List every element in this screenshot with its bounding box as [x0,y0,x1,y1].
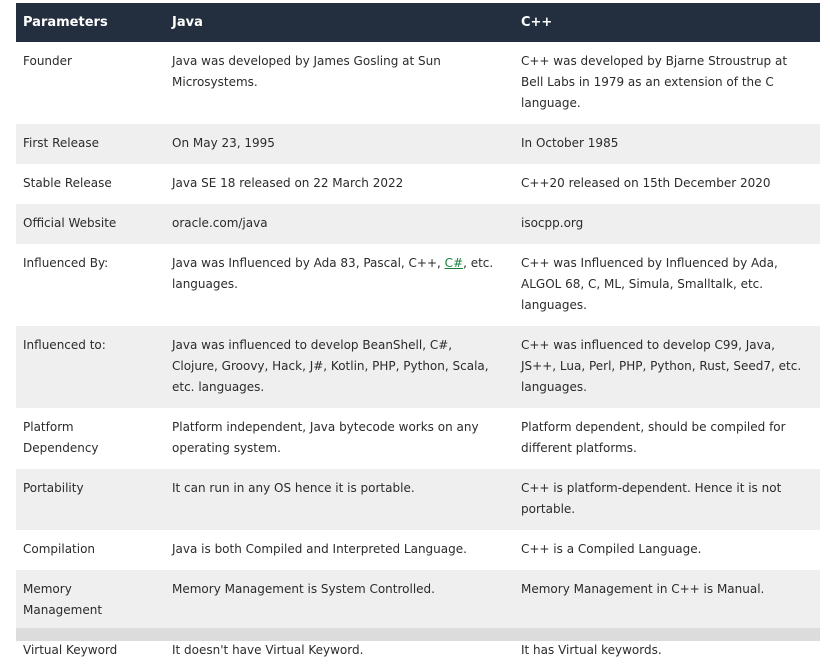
java-cell: Java was developed by James Gosling at S… [172,54,441,89]
param-cell: Founder [23,54,72,68]
param-cell: Portability [23,481,84,495]
header-cpp: C++ [521,15,553,30]
java-cell: oracle.com/java [172,216,268,230]
param-cell: Influenced to: [23,338,106,352]
table-row: Stable Release Java SE 18 released on 22… [16,164,820,204]
table-row: Compilation Java is both Compiled and In… [16,530,820,570]
java-cell: On May 23, 1995 [172,136,275,150]
table-row: Influenced By: Java was Influenced by Ad… [16,244,820,326]
param-cell: Stable Release [23,176,112,190]
cpp-cell: Platform dependent, should be compiled f… [521,420,786,455]
csharp-link[interactable]: C# [445,256,463,270]
cpp-cell: C++ is platform-dependent. Hence it is n… [521,481,782,516]
table-row: First Release On May 23, 1995 In October… [16,124,820,164]
java-cell: It can run in any OS hence it is portabl… [172,481,415,495]
cpp-cell: C++ was Influenced by Influenced by Ada,… [521,256,778,312]
param-cell: Platform Dependency [23,420,99,455]
param-cell: Memory Management [23,582,103,617]
java-cell: Memory Management is System Controlled. [172,582,435,596]
table-row: Influenced to: Java was influenced to de… [16,326,820,408]
param-cell: Official Website [23,216,117,230]
cpp-cell: C++ is a Compiled Language. [521,542,702,556]
header-parameters: Parameters [23,15,108,30]
java-text-before: Java was Influenced by Ada 83, Pascal, C… [172,256,445,270]
table-row: Founder Java was developed by James Gosl… [16,42,820,124]
cpp-cell: Memory Management in C++ is Manual. [521,582,765,596]
param-cell: First Release [23,136,99,150]
header-java: Java [172,15,203,30]
param-cell: Influenced By: [23,256,109,270]
table-row: Portability It can run in any OS hence i… [16,469,820,530]
java-cell: Java was influenced to develop BeanShell… [172,338,489,394]
java-cell: Java was Influenced by Ada 83, Pascal, C… [165,244,514,326]
comparison-table: Parameters Java C++ Founder Java was dev… [16,3,820,671]
cpp-cell: In October 1985 [521,136,619,150]
table-row: Memory Management Memory Management is S… [16,570,820,631]
table-row: Platform Dependency Platform independent… [16,408,820,469]
cpp-cell: C++ was developed by Bjarne Stroustrup a… [521,54,788,110]
java-cell: Platform independent, Java bytecode work… [172,420,479,455]
java-cell: Java SE 18 released on 22 March 2022 [172,176,404,190]
java-cell: Java is both Compiled and Interpreted La… [172,542,467,556]
horizontal-scrollbar[interactable] [16,628,820,641]
cpp-cell: isocpp.org [521,216,584,230]
table-row: Official Website oracle.com/java isocpp.… [16,204,820,244]
table-header-row: Parameters Java C++ [16,3,820,42]
param-cell: Compilation [23,542,96,556]
comparison-table-container: Parameters Java C++ Founder Java was dev… [16,3,820,671]
cpp-cell: C++20 released on 15th December 2020 [521,176,771,190]
cpp-cell: C++ was influenced to develop C99, Java,… [521,338,802,394]
